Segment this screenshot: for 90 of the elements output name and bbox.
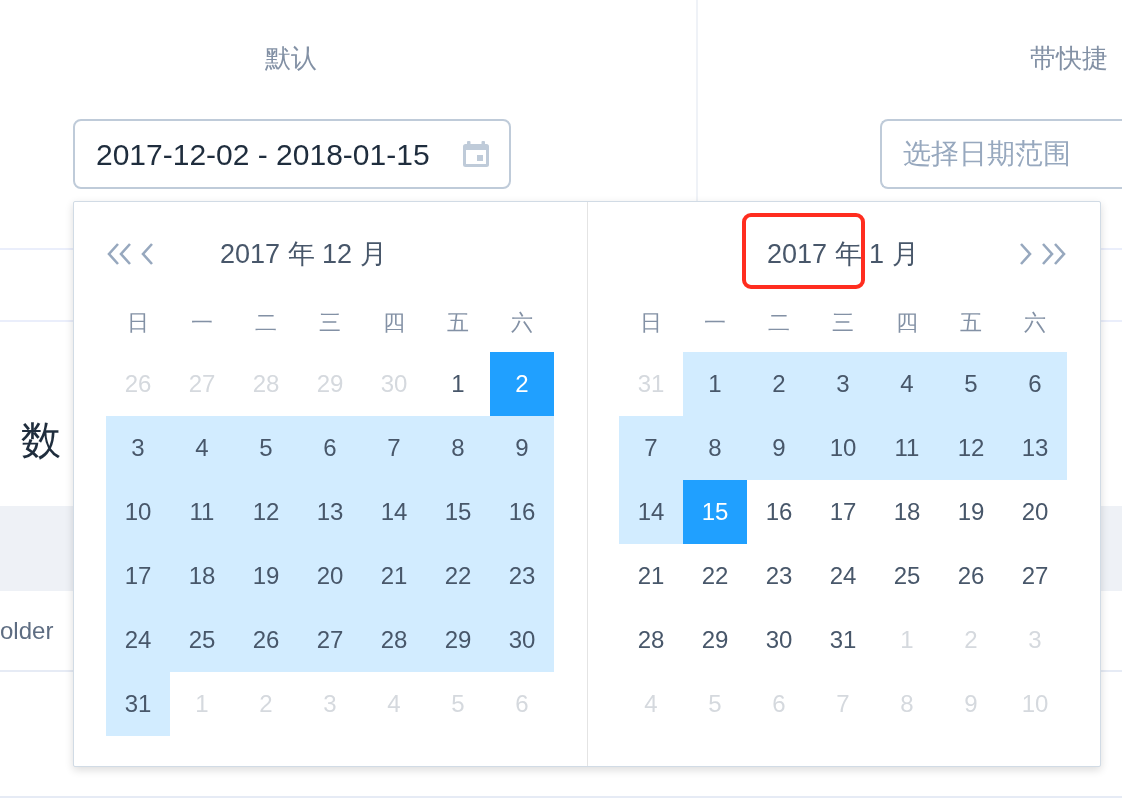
in-range-day-cell[interactable]: 25 xyxy=(170,608,234,672)
weekday-label: 三 xyxy=(832,308,854,337)
day-cell[interactable]: 16 xyxy=(747,480,811,544)
calendar-icon xyxy=(463,141,489,167)
in-range-day-cell[interactable]: 23 xyxy=(490,544,554,608)
day-cell[interactable]: 20 xyxy=(1003,480,1067,544)
weekday-label: 一 xyxy=(704,308,726,337)
month-title: 2017 年 1 月 xyxy=(767,238,919,271)
weekday-label: 五 xyxy=(447,308,469,337)
day-cell[interactable]: 27 xyxy=(1003,544,1067,608)
date-range-field[interactable]: 2017-12-02 - 2018-01-15 xyxy=(73,119,511,189)
weekday-label: 六 xyxy=(1024,308,1046,337)
in-range-day-cell[interactable]: 18 xyxy=(170,544,234,608)
in-range-day-cell[interactable]: 16 xyxy=(490,480,554,544)
day-cell[interactable]: 24 xyxy=(811,544,875,608)
chevron-left-icon xyxy=(141,242,154,266)
in-range-day-cell[interactable]: 11 xyxy=(170,480,234,544)
weekday-label: 二 xyxy=(255,308,277,337)
next-month-button[interactable] xyxy=(1019,242,1032,266)
chevron-right-icon xyxy=(1019,242,1032,266)
weekday-label: 二 xyxy=(768,308,790,337)
double-chevron-right-icon xyxy=(1040,242,1067,266)
weekday-label: 四 xyxy=(896,308,918,337)
day-cell[interactable]: 31 xyxy=(811,608,875,672)
in-range-day-cell[interactable]: 12 xyxy=(939,416,1003,480)
in-range-day-cell[interactable]: 1 xyxy=(683,352,747,416)
double-chevron-left-icon xyxy=(106,242,133,266)
day-cell[interactable]: 18 xyxy=(875,480,939,544)
in-range-day-cell[interactable]: 5 xyxy=(234,416,298,480)
in-range-day-cell[interactable]: 3 xyxy=(106,416,170,480)
day-cell[interactable]: 29 xyxy=(683,608,747,672)
in-range-day-cell[interactable]: 20 xyxy=(298,544,362,608)
day-cell[interactable]: 26 xyxy=(939,544,1003,608)
in-range-day-cell[interactable]: 7 xyxy=(362,416,426,480)
in-range-day-cell[interactable]: 9 xyxy=(747,416,811,480)
day-cell[interactable]: 21 xyxy=(619,544,683,608)
in-range-day-cell[interactable]: 14 xyxy=(619,480,683,544)
in-range-day-cell[interactable]: 4 xyxy=(170,416,234,480)
in-range-day-cell[interactable]: 29 xyxy=(426,608,490,672)
in-range-day-cell[interactable]: 22 xyxy=(426,544,490,608)
in-range-day-cell[interactable]: 19 xyxy=(234,544,298,608)
in-range-day-cell[interactable]: 5 xyxy=(939,352,1003,416)
prev-year-button[interactable] xyxy=(106,242,133,266)
in-range-day-cell[interactable]: 30 xyxy=(490,608,554,672)
weekday-label: 日 xyxy=(127,308,149,337)
weekday-label: 五 xyxy=(960,308,982,337)
demo-label: 默认 xyxy=(265,42,317,75)
in-range-day-cell[interactable]: 15 xyxy=(426,480,490,544)
day-cell[interactable]: 23 xyxy=(747,544,811,608)
in-range-day-cell[interactable]: 8 xyxy=(426,416,490,480)
weekday-label: 六 xyxy=(511,308,533,337)
day-cell[interactable]: 22 xyxy=(683,544,747,608)
in-range-day-cell[interactable]: 8 xyxy=(683,416,747,480)
in-range-day-cell[interactable]: 10 xyxy=(106,480,170,544)
section-heading: 数 xyxy=(21,417,61,464)
in-range-day-cell[interactable]: 13 xyxy=(1003,416,1067,480)
in-range-day-cell[interactable]: 7 xyxy=(619,416,683,480)
in-range-day-cell[interactable]: 14 xyxy=(362,480,426,544)
month-title: 2017 年 12 月 xyxy=(220,238,387,271)
day-cell[interactable]: 17 xyxy=(811,480,875,544)
prev-month-button[interactable] xyxy=(141,242,154,266)
in-range-day-cell[interactable]: 13 xyxy=(298,480,362,544)
in-range-day-cell[interactable]: 11 xyxy=(875,416,939,480)
day-cell[interactable]: 1 xyxy=(426,352,490,416)
day-cell[interactable]: 25 xyxy=(875,544,939,608)
weekday-label: 三 xyxy=(319,308,341,337)
in-range-day-cell[interactable]: 28 xyxy=(362,608,426,672)
table-cell-text: older xyxy=(0,615,54,646)
in-range-day-cell[interactable]: 9 xyxy=(490,416,554,480)
in-range-day-cell[interactable]: 4 xyxy=(875,352,939,416)
in-range-day-cell[interactable]: 26 xyxy=(234,608,298,672)
in-range-day-cell[interactable]: 6 xyxy=(298,416,362,480)
in-range-day-cell[interactable]: 6 xyxy=(1003,352,1067,416)
weekday-label: 四 xyxy=(383,308,405,337)
demo-label: 带快捷 xyxy=(1030,42,1108,75)
next-year-button[interactable] xyxy=(1040,242,1067,266)
day-cell[interactable]: 30 xyxy=(747,608,811,672)
in-range-day-cell[interactable]: 17 xyxy=(106,544,170,608)
day-cell[interactable]: 19 xyxy=(939,480,1003,544)
in-range-day-cell[interactable]: 21 xyxy=(362,544,426,608)
weekday-label: 一 xyxy=(191,308,213,337)
in-range-day-cell[interactable]: 24 xyxy=(106,608,170,672)
in-range-day-cell[interactable]: 10 xyxy=(811,416,875,480)
in-range-day-cell[interactable]: 2 xyxy=(747,352,811,416)
in-range-day-cell[interactable]: 3 xyxy=(811,352,875,416)
in-range-day-cell[interactable]: 31 xyxy=(106,672,170,736)
day-cell[interactable]: 28 xyxy=(619,608,683,672)
in-range-day-cell[interactable]: 12 xyxy=(234,480,298,544)
in-range-day-cell[interactable]: 27 xyxy=(298,608,362,672)
weekday-label: 日 xyxy=(640,308,662,337)
